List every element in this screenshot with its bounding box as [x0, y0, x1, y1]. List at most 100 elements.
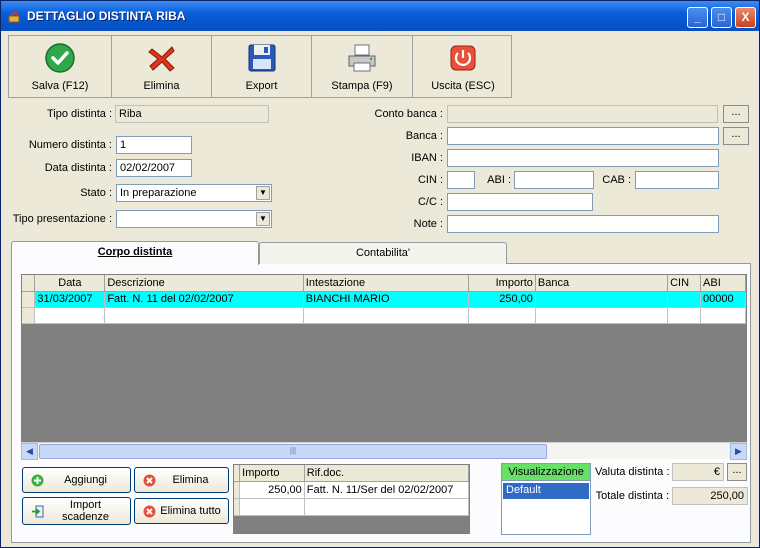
printer-icon	[348, 44, 376, 72]
delete-row-button[interactable]: Elimina	[134, 467, 229, 493]
exit-label: Uscita (ESC)	[431, 80, 495, 92]
print-label: Stampa (F9)	[331, 80, 393, 92]
note-field[interactable]	[447, 215, 719, 233]
title-bar[interactable]: DETTAGLIO DISTINTA RIBA _ □ X	[1, 1, 759, 31]
conto-banca-field	[447, 105, 718, 123]
riba-table: Data Descrizione Intestazione Importo Ba…	[22, 275, 746, 324]
ref-col-importo[interactable]: Importo	[239, 465, 305, 482]
cell-data[interactable]: 31/03/2007	[34, 291, 106, 308]
tab-corpo-distinta[interactable]: Corpo distinta	[11, 241, 259, 265]
abi-label: ABI :	[487, 174, 511, 186]
riba-grid[interactable]: Data Descrizione Intestazione Importo Ba…	[21, 274, 747, 459]
cell-cin[interactable]	[667, 307, 702, 324]
col-header-banca[interactable]: Banca	[535, 275, 669, 292]
banca-label: Banca :	[405, 130, 443, 142]
horizontal-scrollbar[interactable]: ◀ ||| ▶	[21, 442, 747, 460]
numero-distinta-label: Numero distinta :	[28, 139, 112, 151]
remove-icon	[143, 474, 156, 487]
row-selector[interactable]	[22, 291, 36, 308]
row-selector[interactable]	[22, 307, 36, 324]
abi-field[interactable]	[514, 171, 594, 189]
cell-descrizione[interactable]: Fatt. N. 11 del 02/02/2007	[104, 291, 304, 308]
delete-button[interactable]: Elimina	[112, 36, 212, 97]
cell-importo[interactable]	[468, 307, 536, 324]
ref-cell-rifdoc[interactable]	[304, 498, 469, 516]
chevron-down-icon[interactable]: ▼	[256, 212, 270, 226]
cell-abi[interactable]: 00000	[700, 291, 746, 308]
exit-button[interactable]: Uscita (ESC)	[413, 36, 513, 97]
list-item[interactable]: Default	[503, 483, 589, 499]
cell-intestazione[interactable]: BIANCHI MARIO	[303, 291, 470, 308]
iban-field[interactable]	[447, 149, 719, 167]
print-button[interactable]: Stampa (F9)	[312, 36, 413, 97]
col-header-intestazione[interactable]: Intestazione	[303, 275, 470, 292]
cell-importo[interactable]: 250,00	[468, 291, 536, 308]
scroll-left-icon[interactable]: ◀	[21, 443, 38, 460]
tab-contabilita[interactable]: Contabilita'	[259, 242, 507, 264]
col-header-descrizione[interactable]: Descrizione	[104, 275, 304, 292]
delete-all-button[interactable]: Elimina tutto	[134, 498, 229, 524]
save-label: Salva (F12)	[31, 80, 89, 92]
cell-cin[interactable]	[667, 291, 702, 308]
cc-field[interactable]	[447, 193, 593, 211]
cell-intestazione[interactable]	[303, 307, 470, 324]
cin-field[interactable]	[447, 171, 475, 189]
ref-col-rifdoc[interactable]: Rif.doc.	[304, 465, 469, 482]
minimize-button[interactable]: _	[687, 7, 708, 28]
totale-field: 250,00	[672, 487, 748, 505]
cell-descrizione[interactable]	[104, 307, 304, 324]
cell-data[interactable]	[34, 307, 106, 324]
ref-cell-importo[interactable]: 250,00	[239, 481, 305, 499]
valuta-browse-button[interactable]: ...	[727, 463, 747, 481]
tipo-distinta-label: Tipo distinta :	[46, 108, 112, 120]
ref-cell-importo[interactable]	[239, 498, 305, 516]
banca-browse-button[interactable]: ...	[723, 127, 749, 145]
stato-select[interactable]: In preparazione ▼	[116, 184, 272, 202]
cab-label: CAB :	[602, 174, 631, 186]
import-label-line1: Import	[69, 499, 102, 511]
table-row[interactable]	[22, 307, 746, 324]
scroll-thumb[interactable]: |||	[39, 444, 547, 459]
remove-all-icon	[143, 505, 156, 518]
cell-banca[interactable]	[535, 307, 669, 324]
cin-label: CIN :	[417, 174, 443, 186]
table-row[interactable]: 31/03/2007 Fatt. N. 11 del 02/02/2007 BI…	[22, 291, 746, 308]
numero-distinta-field[interactable]: 1	[116, 136, 192, 154]
reference-grid[interactable]: Importo Rif.doc. 250,00 Fatt. N. 11/Ser …	[233, 464, 470, 534]
maximize-button[interactable]: □	[711, 7, 732, 28]
ref-cell-rifdoc[interactable]: Fatt. N. 11/Ser del 02/02/2007	[304, 481, 469, 499]
import-scadenze-button[interactable]: Import scadenze	[22, 497, 131, 525]
conto-banca-browse-button[interactable]: ...	[723, 105, 749, 123]
col-header-abi[interactable]: ABI	[700, 275, 746, 292]
cab-field[interactable]	[635, 171, 719, 189]
list-item[interactable]	[234, 498, 469, 516]
tipo-presentazione-select[interactable]: ▼	[116, 210, 272, 228]
delete-x-icon	[147, 46, 175, 72]
row-header-cell	[22, 275, 36, 292]
col-header-data[interactable]: Data	[34, 275, 106, 292]
add-button[interactable]: Aggiungi	[22, 467, 131, 493]
chevron-down-icon[interactable]: ▼	[256, 186, 270, 200]
grid-header-row: Data Descrizione Intestazione Importo Ba…	[22, 275, 746, 292]
col-header-cin[interactable]: CIN	[667, 275, 702, 292]
valuta-field: €	[672, 463, 724, 481]
plus-icon	[31, 474, 44, 487]
banca-field[interactable]	[447, 127, 719, 145]
export-button[interactable]: Export	[212, 36, 312, 97]
reference-table: Importo Rif.doc. 250,00 Fatt. N. 11/Ser …	[234, 465, 469, 516]
delete-label: Elimina	[143, 80, 180, 92]
close-button[interactable]: X	[735, 7, 756, 28]
tipo-presentazione-label: Tipo presentazione :	[12, 213, 112, 225]
tipo-distinta-field: Riba	[115, 105, 269, 123]
ref-header-row: Importo Rif.doc.	[234, 465, 469, 482]
save-button[interactable]: Salva (F12)	[9, 36, 112, 97]
cell-banca[interactable]	[535, 291, 669, 308]
col-header-importo[interactable]: Importo	[468, 275, 536, 292]
visualizzazione-list[interactable]: Visualizzazione Default	[501, 463, 591, 535]
export-label: Export	[245, 80, 278, 92]
list-item[interactable]: 250,00 Fatt. N. 11/Ser del 02/02/2007	[234, 481, 469, 499]
floppy-disk-icon	[248, 44, 275, 72]
scroll-right-icon[interactable]: ▶	[730, 443, 747, 460]
cell-abi[interactable]	[700, 307, 746, 324]
data-distinta-field[interactable]: 02/02/2007	[116, 159, 192, 177]
